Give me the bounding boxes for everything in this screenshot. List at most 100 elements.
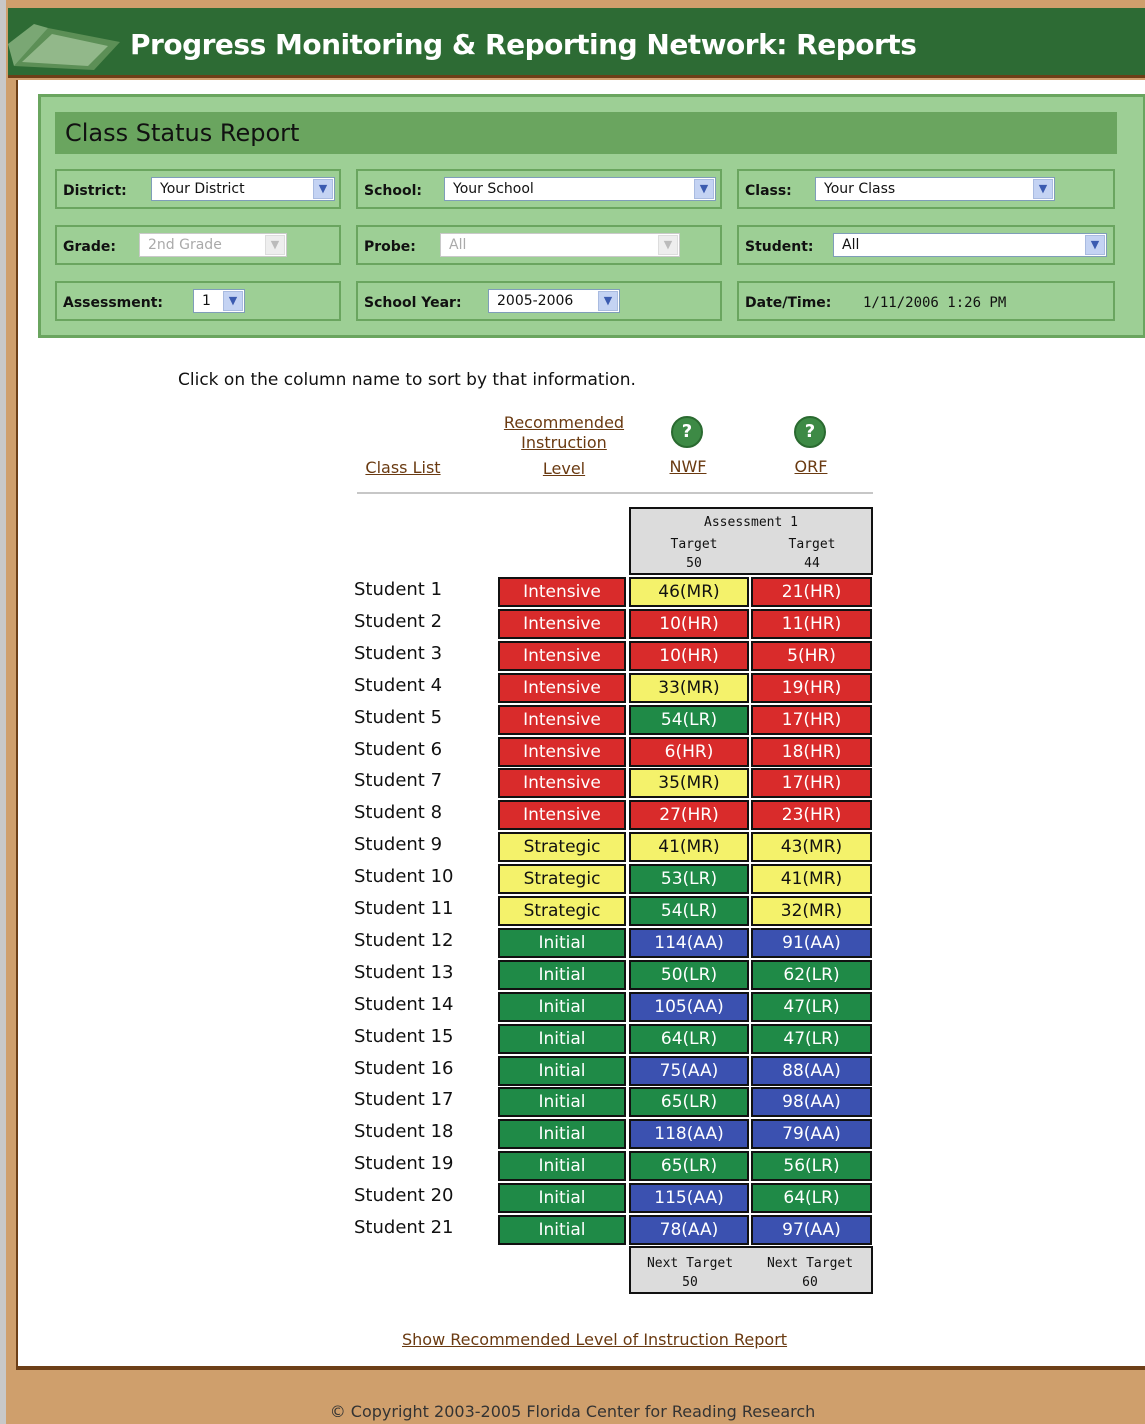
- orf-score-cell: 88(AA): [751, 1055, 872, 1086]
- table-row: Student 16 Initial 75(AA) 88(AA): [348, 1055, 908, 1086]
- nwf-score-cell: 27(HR): [629, 800, 749, 831]
- chevron-down-icon[interactable]: ▼: [223, 291, 243, 311]
- column-recommended-line1: Recommended: [503, 413, 625, 432]
- assessment-title: Assessment 1: [704, 515, 798, 530]
- nwf-score-cell: 6(HR): [629, 736, 749, 767]
- school-year-select-value: 2005-2006: [497, 293, 574, 309]
- student-name: Student 2: [354, 610, 443, 632]
- nwf-score-cell: 10(HR): [629, 640, 749, 671]
- app-header: Progress Monitoring & Reporting Network:…: [8, 8, 1145, 78]
- table-row: Student 9 Strategic 41(MR) 43(MR): [348, 832, 908, 863]
- nwf-help-icon[interactable]: ?: [671, 416, 703, 448]
- grade-label: Grade:: [63, 239, 116, 255]
- chevron-down-icon[interactable]: ▼: [1033, 179, 1053, 199]
- assessment-select[interactable]: 1 ▼: [193, 289, 245, 313]
- instruction-level-cell: Initial: [498, 1215, 626, 1245]
- student-name: Student 19: [354, 1153, 454, 1175]
- chevron-down-icon: ▼: [265, 235, 285, 255]
- nwf-score-cell: 50(LR): [629, 959, 749, 990]
- grade-select-value: 2nd Grade: [148, 237, 222, 253]
- instruction-level-cell: Initial: [498, 1151, 626, 1182]
- school-select-value: Your School: [453, 181, 534, 197]
- instruction-level-cell: Intensive: [498, 640, 626, 671]
- instruction-level-cell: Intensive: [498, 800, 626, 831]
- nwf-target: Target 50: [639, 535, 749, 573]
- chevron-down-icon[interactable]: ▼: [694, 179, 714, 199]
- table-row: Student 20 Initial 115(AA) 64(LR): [348, 1183, 908, 1214]
- student-name: Student 10: [354, 866, 454, 888]
- column-orf[interactable]: ORF: [781, 457, 841, 476]
- assessment-select-value: 1: [202, 293, 211, 309]
- column-class-list[interactable]: Class List: [358, 458, 448, 477]
- school-select[interactable]: Your School ▼: [444, 177, 716, 201]
- school-year-filter: School Year: 2005-2006 ▼: [356, 281, 722, 321]
- assessment-target-header: Assessment 1 Target 50 Target 44: [629, 507, 873, 575]
- datetime-box: Date/Time: 1/11/2006 1:26 PM: [737, 281, 1115, 321]
- table-row: Student 1 Intensive 46(MR) 21(HR): [348, 577, 908, 607]
- table-row: Student 7 Intensive 35(MR) 17(HR): [348, 768, 908, 799]
- datetime-label: Date/Time:: [745, 295, 832, 311]
- student-name: Student 16: [354, 1057, 454, 1079]
- chevron-down-icon[interactable]: ▼: [313, 179, 333, 199]
- orf-target-value: 44: [804, 556, 820, 571]
- instruction-level-cell: Strategic: [498, 864, 626, 895]
- table-row: Student 17 Initial 65(LR) 98(AA): [348, 1087, 908, 1118]
- assessment-label: Assessment:: [63, 295, 164, 311]
- student-filter: Student: All ▼: [737, 225, 1115, 265]
- orf-score-cell: 47(LR): [751, 991, 872, 1022]
- orf-score-cell: 17(HR): [751, 768, 872, 799]
- chevron-down-icon[interactable]: ▼: [598, 291, 618, 311]
- main-content: Class Status Report District: Your Distr…: [16, 80, 1145, 1370]
- nwf-target-label: Target: [670, 537, 718, 552]
- nwf-score-cell: 33(MR): [629, 672, 749, 703]
- orf-score-cell: 97(AA): [751, 1215, 872, 1245]
- orf-score-cell: 18(HR): [751, 736, 872, 767]
- orf-next-target-label: Next Target: [766, 1256, 854, 1271]
- orf-help-icon[interactable]: ?: [794, 416, 826, 448]
- grade-select: 2nd Grade ▼: [139, 233, 287, 257]
- instruction-level-cell: Initial: [498, 927, 626, 958]
- nwf-score-cell: 115(AA): [629, 1183, 749, 1214]
- orf-score-cell: 62(LR): [751, 959, 872, 990]
- nwf-score-cell: 35(MR): [629, 768, 749, 799]
- student-name: Student 3: [354, 642, 443, 664]
- student-select[interactable]: All ▼: [833, 233, 1107, 257]
- student-name: Student 20: [354, 1185, 454, 1207]
- student-name: Student 15: [354, 1025, 454, 1047]
- instruction-level-cell: Intensive: [498, 577, 626, 607]
- next-target-footer: Next Target 50 Next Target 60: [629, 1246, 873, 1294]
- orf-score-cell: 98(AA): [751, 1087, 872, 1118]
- school-year-select[interactable]: 2005-2006 ▼: [488, 289, 620, 313]
- column-nwf[interactable]: NWF: [658, 457, 718, 476]
- probe-label: Probe:: [364, 239, 416, 255]
- table-row: Student 5 Intensive 54(LR) 17(HR): [348, 704, 908, 735]
- nwf-score-cell: 64(LR): [629, 1023, 749, 1054]
- table-row: Student 13 Initial 50(LR) 62(LR): [348, 959, 908, 990]
- instruction-level-cell: Initial: [498, 1087, 626, 1118]
- column-recommended-level[interactable]: Recommended Instruction Level: [494, 413, 634, 479]
- district-select[interactable]: Your District ▼: [151, 177, 335, 201]
- orf-score-cell: 11(HR): [751, 608, 872, 639]
- class-select[interactable]: Your Class ▼: [815, 177, 1055, 201]
- nwf-next-target-value: 50: [682, 1275, 698, 1290]
- probe-select-value: All: [449, 237, 467, 253]
- show-recommended-level-report-link[interactable]: Show Recommended Level of Instruction Re…: [402, 1330, 787, 1349]
- nwf-score-cell: 10(HR): [629, 608, 749, 639]
- instruction-level-cell: Initial: [498, 1055, 626, 1086]
- nwf-score-cell: 75(AA): [629, 1055, 749, 1086]
- orf-score-cell: 56(LR): [751, 1151, 872, 1182]
- student-name: Student 5: [354, 706, 443, 728]
- nwf-score-cell: 65(LR): [629, 1151, 749, 1182]
- grade-filter: Grade: 2nd Grade ▼: [55, 225, 341, 265]
- district-filter: District: Your District ▼: [55, 169, 341, 209]
- orf-score-cell: 43(MR): [751, 832, 872, 863]
- school-filter: School: Your School ▼: [356, 169, 722, 209]
- chevron-down-icon[interactable]: ▼: [1085, 235, 1105, 255]
- student-name: Student 9: [354, 834, 443, 856]
- nwf-score-cell: 46(MR): [629, 577, 749, 607]
- nwf-next-target: Next Target 50: [631, 1254, 749, 1292]
- student-name: Student 11: [354, 898, 454, 919]
- orf-score-cell: 79(AA): [751, 1119, 872, 1150]
- table-row: Student 12 Initial 114(AA) 91(AA): [348, 927, 908, 958]
- probe-select: All ▼: [440, 233, 680, 257]
